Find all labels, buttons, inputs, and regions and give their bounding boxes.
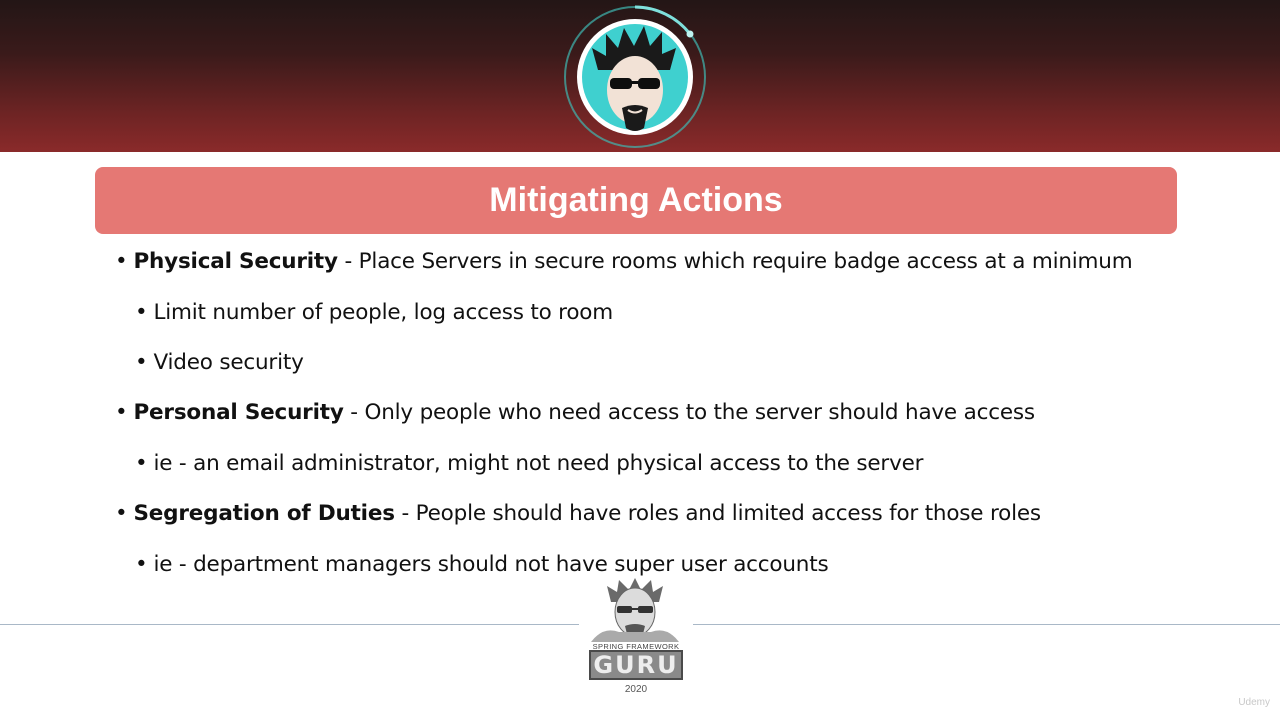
bullet-dot: • xyxy=(115,249,128,274)
bullet-item: • Physical Security - Place Servers in se… xyxy=(115,249,1133,274)
footer-divider-right xyxy=(693,624,1280,625)
bullet-term: Personal Security xyxy=(133,400,344,425)
bullet-dot: • xyxy=(135,350,148,375)
bullet-text: Video security xyxy=(153,350,304,375)
bullet-item: • Personal Security - Only people who nee… xyxy=(115,400,1035,425)
bullet-text: - Place Servers in secure rooms which re… xyxy=(337,249,1133,274)
bullet-term: Physical Security xyxy=(133,249,338,274)
bullet-text: ie - department managers should not have… xyxy=(153,552,829,577)
bullet-text: Limit number of people, log access to ro… xyxy=(153,300,613,325)
bullet-item: • Video security xyxy=(135,350,304,375)
guru-logo-icon xyxy=(591,578,679,642)
watermark: Udemy xyxy=(1238,697,1270,708)
avatar-icon xyxy=(564,5,706,148)
bullet-dot: • xyxy=(135,552,148,577)
bullet-term: Segregation of Duties xyxy=(133,501,395,526)
bullet-item: • Limit number of people, log access to r… xyxy=(135,300,613,325)
bullet-dot: • xyxy=(135,451,148,476)
bullet-item: • Segregation of Duties - People should h… xyxy=(115,501,1041,526)
bullet-dot: • xyxy=(115,501,128,526)
bullet-dot: • xyxy=(135,300,148,325)
bullet-text: ie - an email administrator, might not n… xyxy=(153,451,924,476)
footer-year: 2020 xyxy=(624,684,648,695)
slide-title: Mitigating Actions xyxy=(489,181,783,219)
bullet-text: - People should have roles and limited a… xyxy=(394,501,1041,526)
slide-title-bar: Mitigating Actions xyxy=(95,167,1177,234)
header-avatar xyxy=(562,4,708,150)
bullet-item: • ie - department managers should not hav… xyxy=(135,552,829,577)
footer-divider-left xyxy=(0,624,579,625)
bullet-item: • ie - an email administrator, might not … xyxy=(135,451,923,476)
footer-brand: GURU xyxy=(589,650,683,680)
footer-logo: SPRING FRAMEWORK GURU 2020 xyxy=(579,578,693,700)
bullet-dot: • xyxy=(115,400,128,425)
bullet-text: - Only people who need access to the ser… xyxy=(343,400,1035,425)
